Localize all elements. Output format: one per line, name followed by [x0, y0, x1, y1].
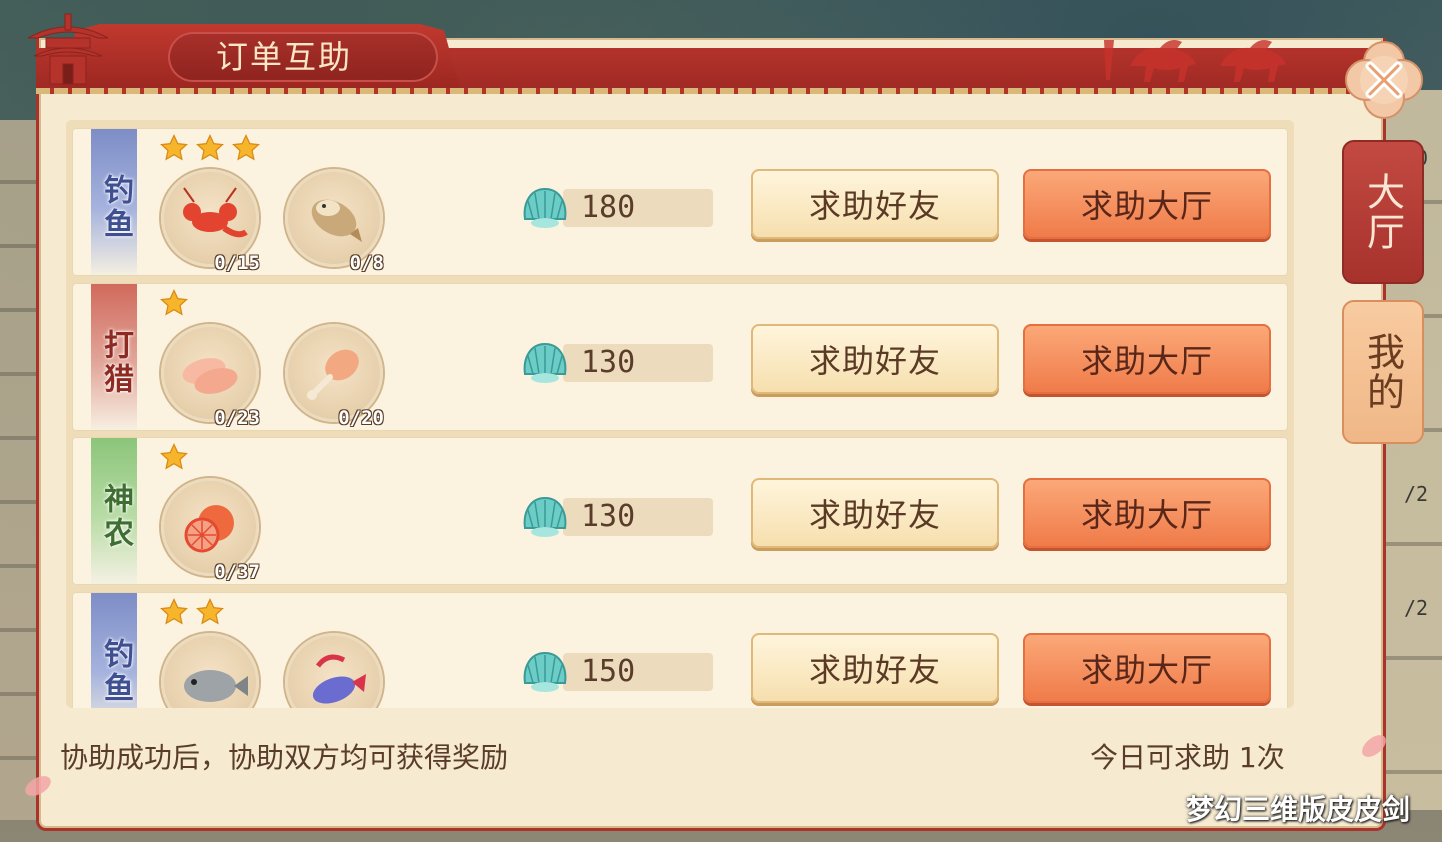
item-slot[interactable]: 0/15: [161, 169, 260, 274]
ask-hall-button[interactable]: 求助大厅: [1023, 324, 1271, 394]
star-icon: [196, 134, 224, 161]
order-row: 钓鱼 150 求助好友 求助大厅: [72, 592, 1288, 708]
category-tag: 钓鱼: [91, 129, 137, 275]
order-row: 神农 0/37 130 求助好友 求助大厅: [72, 437, 1288, 585]
ask-hall-button[interactable]: 求助大厅: [1023, 478, 1271, 548]
item-count: 0/23: [214, 407, 260, 429]
catfish-icon: [311, 199, 362, 242]
item-slot[interactable]: 0/23: [161, 324, 260, 429]
order-row: 打猎 0/23 0/20 130 求助好友 求助大厅: [72, 283, 1288, 431]
ask-hall-button[interactable]: 求助大厅: [1023, 169, 1271, 239]
chicken-breast-icon: [182, 358, 238, 394]
shell-currency-icon: [523, 187, 567, 228]
daily-quota: 今日可求助 1次: [1090, 741, 1285, 774]
shell-currency-icon: [523, 342, 567, 383]
item-count: 0/15: [214, 252, 260, 274]
category-tag: 钓鱼: [91, 593, 137, 708]
item-slot[interactable]: [161, 633, 259, 708]
item-slot[interactable]: 0/20: [285, 324, 384, 429]
ask-friend-button[interactable]: 求助好友: [751, 633, 999, 703]
reward-amount: 130: [581, 345, 636, 380]
star-icon: [232, 134, 260, 161]
star-icon: [196, 598, 224, 625]
watermark: 梦幻三维版皮皮剑: [1186, 793, 1411, 826]
ask-friend-button[interactable]: 求助好友: [751, 324, 999, 394]
grapefruit-icon: [184, 505, 234, 553]
ask-friend-button[interactable]: 求助好友: [751, 478, 999, 548]
item-count: 0/20: [338, 407, 384, 429]
reward-amount: 180: [581, 190, 636, 225]
shell-currency-icon: [523, 651, 567, 692]
item-slot[interactable]: 0/8: [285, 169, 384, 274]
reward-amount: 150: [581, 654, 636, 689]
drumstick-icon: [307, 349, 359, 400]
item-count: 0/8: [349, 252, 384, 274]
item-slot[interactable]: [285, 633, 383, 708]
side-tab-hall[interactable]: 大厅: [1342, 140, 1424, 284]
background-text: /2: [1404, 596, 1429, 620]
koi-fish-icon: [312, 654, 366, 704]
side-tab-mine[interactable]: 我的: [1342, 300, 1424, 444]
background-building-left: [0, 120, 40, 820]
category-tag: 打猎: [91, 284, 137, 430]
star-rating: [159, 442, 189, 472]
ask-hall-button[interactable]: 求助大厅: [1023, 633, 1271, 703]
reward-note: 协助成功后，协助双方均可获得奖励: [60, 741, 509, 774]
reward-amount: 130: [581, 499, 636, 534]
order-list[interactable]: 钓鱼 0/15 0/8 180 求助好友 求助大厅 打猎 0/23 0/20 1…: [66, 120, 1294, 708]
item-count: 0/37: [214, 561, 260, 583]
shell-currency-icon: [523, 496, 567, 537]
star-rating: [159, 133, 261, 163]
category-tag: 神农: [91, 438, 137, 584]
star-icon: [160, 134, 188, 161]
panel-title: 订单互助: [215, 38, 352, 76]
ask-friend-button[interactable]: 求助好友: [751, 169, 999, 239]
background-text: /2: [1404, 482, 1429, 506]
pagoda-icon: [27, 13, 109, 85]
horse-decoration-icon: [1104, 40, 1286, 82]
star-icon: [160, 443, 188, 470]
star-rating: [159, 288, 189, 318]
star-rating: [159, 597, 225, 627]
lobster-icon: [183, 187, 248, 238]
order-row: 钓鱼 0/15 0/8 180 求助好友 求助大厅: [72, 128, 1288, 276]
star-icon: [160, 598, 188, 625]
close-button[interactable]: [1344, 40, 1424, 120]
star-icon: [160, 289, 188, 316]
item-slot[interactable]: 0/37: [161, 478, 260, 583]
grey-fish-icon: [184, 670, 248, 702]
